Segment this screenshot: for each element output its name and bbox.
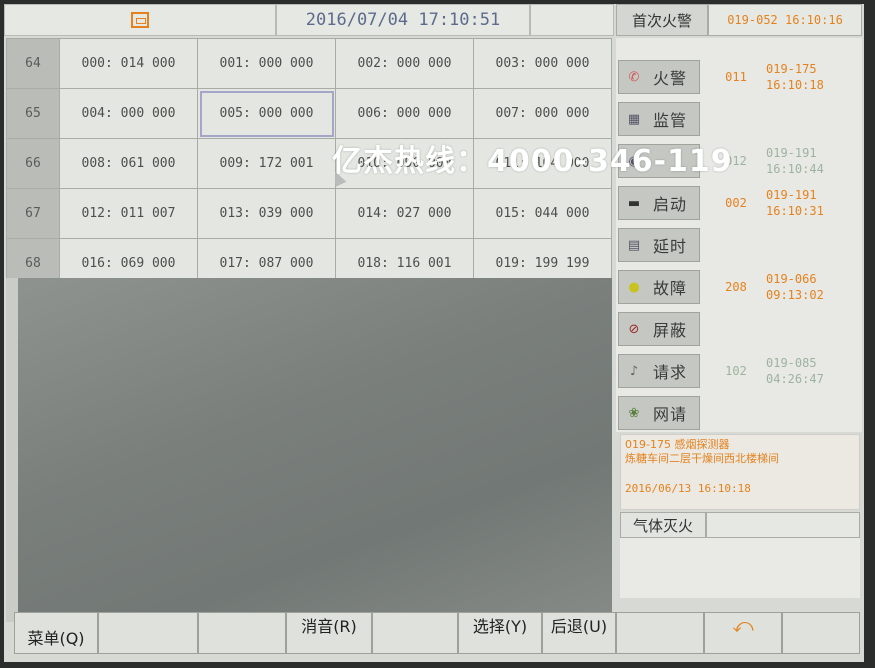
- category-label: 故障: [653, 279, 688, 298]
- request-icon: ♪: [629, 363, 639, 379]
- gas-area: [620, 538, 860, 598]
- row-number: 64: [6, 38, 60, 89]
- category-button[interactable]: ♪ 请求: [618, 354, 700, 388]
- blank-button-3[interactable]: [372, 612, 458, 654]
- display-area: [18, 278, 612, 622]
- loop-cell[interactable]: 002: 000 000: [335, 38, 474, 89]
- event-time: 16:10:44: [766, 162, 824, 176]
- category-button[interactable]: ✆ 火警: [618, 60, 700, 94]
- gas-extinguish-label[interactable]: 气体灭火: [620, 512, 706, 538]
- event-time: 09:13:02: [766, 288, 824, 302]
- loop-row: 64 000: 014 000 001: 000 000 002: 000 000 00…: [6, 38, 612, 89]
- mute-button[interactable]: 消音(R): [286, 612, 372, 654]
- select-button[interactable]: 选择(Y): [458, 612, 542, 654]
- event-time: 16:10:31: [766, 204, 824, 218]
- block-icon: ⊘: [628, 321, 640, 337]
- category-label: 网请: [653, 405, 688, 424]
- loop-cell[interactable]: 007: 000 000: [473, 88, 612, 139]
- category-label: 火警: [653, 69, 688, 88]
- row-number: 66: [6, 138, 60, 189]
- loop-cell[interactable]: 003: 000 000: [473, 38, 612, 89]
- blank-button-4[interactable]: [616, 612, 704, 654]
- loop-cell[interactable]: 009: 172 001: [197, 138, 336, 189]
- loop-cell[interactable]: 015: 044 000: [473, 188, 612, 239]
- detail-device: 019-175 感烟探测器: [625, 438, 730, 451]
- loop-row: 65 004: 000 000 005: 000 000 006: 000 000 00…: [6, 88, 612, 139]
- loop-cell[interactable]: 008: 061 000: [59, 138, 198, 189]
- category-latest-event: 019-085 04:26:47: [766, 355, 856, 387]
- loop-cell[interactable]: 013: 039 000: [197, 188, 336, 239]
- gun-icon: ▬: [627, 195, 641, 211]
- category-label: 启动: [653, 195, 688, 214]
- loop-cell[interactable]: 012: 011 007: [59, 188, 198, 239]
- category-count: 102: [725, 364, 747, 378]
- first-alarm-label: 首次火警: [616, 4, 708, 36]
- event-address: 019-175: [766, 62, 817, 76]
- loop-cell[interactable]: 001: 000 000: [197, 38, 336, 89]
- home-icon: [131, 12, 149, 28]
- back-button[interactable]: 后退(U): [542, 612, 616, 654]
- phone-icon: ✆: [628, 69, 640, 85]
- blank-button-5[interactable]: [782, 612, 860, 654]
- event-time: 16:10:18: [766, 78, 824, 92]
- event-address: 019-085: [766, 356, 817, 370]
- loop-cell[interactable]: 000: 014 000: [59, 38, 198, 89]
- category-latest-event: 019-191 16:10:31: [766, 187, 856, 219]
- bottom-bar: 菜单(Q) 消音(R) 选择(Y) 后退(U) ⤺: [14, 612, 864, 656]
- category-button[interactable]: ▤ 延时: [618, 228, 700, 262]
- loop-cell[interactable]: 005: 000 000: [197, 88, 336, 139]
- fire-panel-screen: 2016/07/04 17:10:51 64 000: 014 000 001: 0…: [4, 4, 864, 662]
- category-label: 监管: [653, 111, 688, 130]
- loop-row: 67 012: 011 007 013: 039 000 014: 027 000 01…: [6, 188, 612, 239]
- watermark-text: 亿杰热线：4000-346-119: [332, 144, 733, 179]
- row-number: 67: [6, 188, 60, 239]
- chart-icon: ▦: [627, 111, 641, 127]
- return-arrow-icon: ⤺: [732, 613, 754, 637]
- gas-extinguish-box: [706, 512, 860, 538]
- status-panel: ✆ 火警 011 019-175 16:10:18 ▦ 监管 ◉ 012 019-191 16:10…: [616, 38, 862, 432]
- event-address: 019-191: [766, 188, 817, 202]
- header-blank: [530, 4, 614, 36]
- blank-button-1[interactable]: [98, 612, 198, 654]
- first-alarm-value: 019-052 16:10:16: [708, 4, 862, 36]
- detail-location: 炼糖车间二层干燥间西北楼梯间: [625, 452, 779, 465]
- category-button[interactable]: ● 故障: [618, 270, 700, 304]
- row-number: 65: [6, 88, 60, 139]
- home-button[interactable]: [4, 4, 276, 36]
- category-label: 延时: [653, 237, 688, 256]
- category-count: 011: [725, 70, 747, 84]
- event-time: 04:26:47: [766, 372, 824, 386]
- category-button[interactable]: ❀ 网请: [618, 396, 700, 430]
- menu-button[interactable]: 菜单(Q): [14, 612, 98, 654]
- category-latest-event: 019-175 16:10:18: [766, 61, 856, 93]
- event-address: 019-066: [766, 272, 817, 286]
- category-label: 屏蔽: [653, 321, 688, 340]
- loop-cell[interactable]: 006: 000 000: [335, 88, 474, 139]
- category-latest-event: 019-191 16:10:44: [766, 145, 856, 177]
- loop-cell[interactable]: 004: 000 000: [59, 88, 198, 139]
- return-button[interactable]: ⤺: [704, 612, 782, 654]
- category-count: 208: [725, 280, 747, 294]
- timer-icon: ▤: [627, 237, 641, 253]
- category-button[interactable]: ⊘ 屏蔽: [618, 312, 700, 346]
- datetime-display: 2016/07/04 17:10:51: [276, 4, 530, 36]
- category-button[interactable]: ▦ 监管: [618, 102, 700, 136]
- network-icon: ❀: [628, 405, 640, 421]
- category-button[interactable]: ▬ 启动: [618, 186, 700, 220]
- blank-button-2[interactable]: [198, 612, 286, 654]
- category-label: 请求: [653, 363, 688, 382]
- left-strip: [6, 278, 18, 622]
- detail-time: 2016/06/13 16:10:18: [625, 482, 751, 495]
- event-detail: 019-175 感烟探测器 炼糖车间二层干燥间西北楼梯间 2016/06/13 …: [620, 434, 860, 510]
- bulb-icon: ●: [628, 279, 640, 295]
- loop-cell[interactable]: 014: 027 000: [335, 188, 474, 239]
- category-latest-event: 019-066 09:13:02: [766, 271, 856, 303]
- event-address: 019-191: [766, 146, 817, 160]
- category-count: 002: [725, 196, 747, 210]
